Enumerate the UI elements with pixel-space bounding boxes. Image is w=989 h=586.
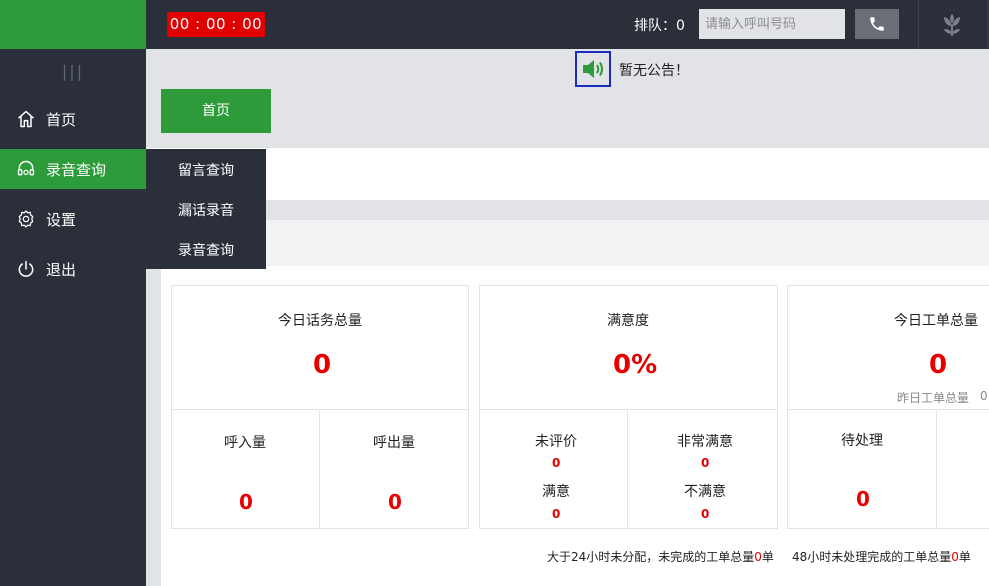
outbound-value: 0 — [388, 490, 402, 514]
speaker-icon[interactable] — [575, 51, 611, 87]
gear-icon — [15, 208, 37, 230]
card-divider — [172, 409, 468, 410]
satisfied-value: 0 — [552, 507, 561, 521]
unsatisfied-value: 0 — [701, 507, 710, 521]
power-icon — [15, 258, 37, 280]
very-satisfied-label: 非常满意 — [677, 434, 733, 450]
topbar-divider — [918, 0, 919, 49]
headset-icon — [15, 158, 37, 180]
stat-unit: 单 — [958, 550, 971, 564]
work-order-card: 今日工单总量 0 昨日工单总量 0 待处理 0 — [787, 285, 989, 529]
call-timer: 00 : 00 : 00 — [167, 12, 265, 37]
satisfaction-total-value: 0% — [613, 350, 658, 380]
submenu-item-recording-query[interactable]: 录音查询 — [178, 240, 234, 260]
home-icon — [15, 108, 37, 130]
phone-icon — [870, 17, 884, 31]
notice-text: 暂无公告！ — [619, 63, 689, 79]
card-divider — [788, 409, 989, 410]
stat-label: 大于24小时未分配，未完成的工单总量 — [547, 550, 755, 564]
inbound-value: 0 — [239, 490, 253, 514]
sidebar-item-label: 退出 — [46, 260, 77, 279]
sidebar: ||| 首页 录音查询 设置 退出 — [0, 49, 146, 586]
sidebar-item-label: 设置 — [46, 210, 77, 229]
unrated-value: 0 — [552, 456, 561, 470]
yesterday-orders-label: 昨日工单总量 — [897, 391, 970, 405]
card-divider — [480, 409, 777, 410]
inbound-label: 呼入量 — [224, 435, 266, 451]
stat-unit: 单 — [761, 550, 774, 564]
outbound-label: 呼出量 — [373, 435, 415, 451]
notice-bar: 暂无公告！ 首页 — [146, 49, 989, 148]
submenu-item-message-query[interactable]: 留言查询 — [178, 160, 234, 180]
unrated-label: 未评价 — [535, 434, 577, 450]
card-divider-v — [936, 409, 937, 528]
sidebar-item-recording-query[interactable]: 录音查询 — [0, 149, 146, 189]
dial-button[interactable] — [855, 9, 899, 39]
sidebar-item-settings[interactable]: 设置 — [0, 199, 146, 239]
stat-label: 48小时未处理完成的工单总量 — [792, 550, 952, 564]
logo-block — [0, 0, 146, 49]
sidebar-item-label: 录音查询 — [46, 160, 107, 179]
queue-count: 排队：0 — [634, 18, 685, 34]
yesterday-orders-value: 0 — [980, 389, 988, 403]
card-divider-v — [627, 409, 628, 528]
call-number-input[interactable] — [699, 9, 845, 39]
card-title: 满意度 — [607, 313, 649, 329]
content-left-gutter — [146, 266, 161, 586]
unsatisfied-label: 不满意 — [684, 484, 726, 500]
recording-submenu: 留言查询 漏话录音 录音查询 — [146, 149, 266, 269]
overdue-orders-stat: 48小时未处理完成的工单总量0单 — [792, 548, 971, 565]
content-header-area — [146, 148, 989, 200]
very-satisfied-value: 0 — [701, 456, 710, 470]
submenu-item-missed-call-recordings[interactable]: 漏话录音 — [178, 200, 234, 220]
top-bar: 00 : 00 : 00 排队：0 — [146, 0, 989, 49]
pending-label: 待处理 — [841, 433, 883, 449]
unassigned-orders-stat: 大于24小时未分配，未完成的工单总量0单 — [547, 548, 774, 565]
sidebar-item-logout[interactable]: 退出 — [0, 249, 146, 289]
sidebar-item-label: 首页 — [46, 110, 77, 129]
orders-total-value: 0 — [929, 350, 948, 380]
content-separator — [146, 200, 989, 220]
stat-value: 0 — [951, 550, 959, 564]
tab-home[interactable]: 首页 — [161, 89, 271, 133]
satisfied-label: 满意 — [542, 484, 570, 500]
sidebar-collapse-toggle[interactable]: ||| — [0, 49, 146, 95]
sidebar-item-home[interactable]: 首页 — [0, 99, 146, 139]
pending-value: 0 — [856, 487, 870, 511]
card-title: 今日工单总量 — [894, 313, 978, 329]
card-title: 今日话务总量 — [278, 313, 362, 329]
call-volume-card: 今日话务总量 0 呼入量 0 呼出量 0 — [171, 285, 469, 529]
content-toolbar-band — [146, 220, 989, 266]
card-divider-v — [319, 409, 320, 528]
stat-value: 0 — [754, 550, 762, 564]
plant-icon[interactable] — [939, 12, 965, 38]
calls-total-value: 0 — [313, 350, 332, 380]
satisfaction-card: 满意度 0% 未评价 0 满意 0 非常满意 0 不满意 0 — [479, 285, 778, 529]
topbar-divider-right — [987, 0, 988, 49]
